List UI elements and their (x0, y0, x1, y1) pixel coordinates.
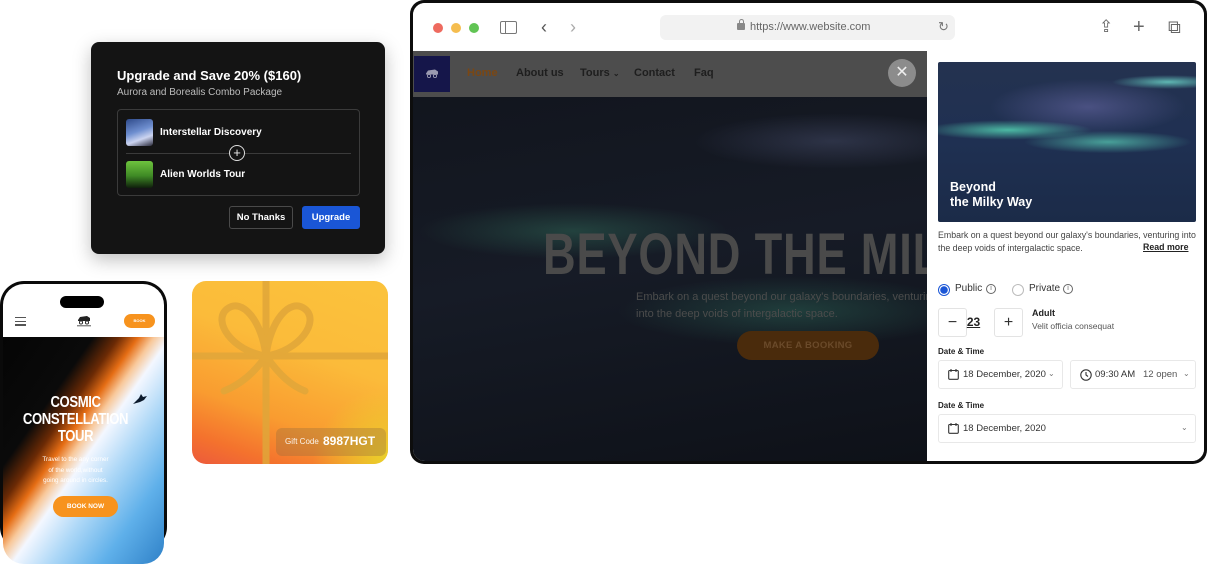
browser-window: ‹ › https://www.website.com ↻ ⇪ + ⧉ Home… (410, 0, 1207, 464)
upgrade-subtitle: Aurora and Borealis Combo Package (117, 87, 283, 98)
booking-panel: Beyond the Milky Way Embark on a quest b… (927, 51, 1204, 461)
tour-image: Beyond the Milky Way (938, 62, 1196, 222)
private-label: Private (1029, 283, 1061, 294)
nav-faq[interactable]: Faq (694, 67, 714, 79)
date-select[interactable]: 18 December, 2020 ⌄ (938, 414, 1196, 443)
browser-toolbar: ‹ › https://www.website.com ↻ ⇪ + ⧉ (413, 3, 1204, 51)
no-thanks-button[interactable]: No Thanks (229, 206, 293, 229)
time-select[interactable]: 09:30 AM 12 open ⌄ (1070, 360, 1196, 389)
nav-tours[interactable]: Tours ⌄ (580, 67, 620, 79)
guest-type: Adult (1032, 308, 1055, 318)
chevron-down-icon: ⌄ (1183, 369, 1190, 378)
tabs-overview-icon[interactable]: ⧉ (1168, 15, 1181, 39)
phone-screen: BOOK COSMIC CONSTELLATION TOUR Travel to… (3, 284, 164, 564)
close-window-button[interactable] (433, 23, 443, 33)
share-icon[interactable]: ⇪ (1099, 15, 1113, 39)
gift-card: Gift Code 8987HGT (192, 281, 388, 464)
logo-icon (426, 69, 438, 79)
address-bar[interactable]: https://www.website.com ↻ (660, 15, 955, 40)
book-now-button[interactable]: BOOK NOW (53, 496, 118, 517)
url-text: https://www.website.com (750, 21, 871, 33)
clock-icon (1080, 369, 1092, 381)
website-content: Home About us Tours ⌄ Contact Faq ✕ BEYO… (413, 51, 927, 461)
site-logo[interactable] (414, 56, 450, 92)
package-item-name: Alien Worlds Tour (160, 169, 246, 180)
gift-code-value: 8987HGT (323, 434, 376, 448)
date-select[interactable]: 18 December, 2020 ⌄ (938, 360, 1063, 389)
dynamic-island (60, 296, 104, 308)
site-logo-icon (77, 316, 91, 327)
phone-hero-title: COSMIC CONSTELLATION TOUR (22, 394, 129, 445)
guest-type-desc: Velit officia consequat (1032, 321, 1115, 331)
date-time-label: Date & Time (938, 401, 985, 410)
read-more-link[interactable]: Read more (1143, 242, 1188, 252)
nav-about-us[interactable]: About us (516, 67, 564, 79)
make-a-booking-button[interactable]: MAKE A BOOKING (737, 331, 879, 360)
new-tab-icon[interactable]: + (1133, 15, 1145, 39)
upgrade-offer-card: Upgrade and Save 20% ($160) Aurora and B… (91, 42, 385, 254)
nav-home[interactable]: Home (467, 67, 498, 79)
private-radio[interactable] (1012, 284, 1024, 296)
reload-icon[interactable]: ↻ (938, 19, 949, 35)
maximize-window-button[interactable] (469, 23, 479, 33)
hamburger-menu-icon[interactable] (15, 317, 26, 328)
calendar-icon (948, 423, 959, 434)
chevron-down-icon: ⌄ (612, 69, 620, 78)
calendar-icon (948, 369, 959, 380)
tour-image-caption: Beyond the Milky Way (950, 180, 1033, 209)
time-availability: 12 open (1143, 369, 1178, 380)
info-icon[interactable]: i (1063, 284, 1073, 294)
book-button[interactable]: BOOK (124, 314, 155, 328)
chevron-down-icon: ⌄ (1181, 423, 1188, 432)
site-navbar: Home About us Tours ⌄ Contact Faq ✕ (413, 51, 927, 97)
combo-package-box: Interstellar Discovery + Alien Worlds To… (117, 109, 360, 196)
nav-contact[interactable]: Contact (634, 67, 675, 79)
sidebar-toggle-icon[interactable] (500, 21, 517, 34)
gift-code-badge: Gift Code 8987HGT (276, 428, 386, 456)
date-time-label: Date & Time (938, 347, 985, 356)
guest-count[interactable]: 23 (965, 315, 982, 329)
phone-hero-subtitle: Travel to the any corner of the world,wi… (42, 456, 109, 484)
forward-icon[interactable]: › (570, 17, 576, 38)
lock-icon (737, 19, 745, 30)
close-panel-button[interactable]: ✕ (888, 59, 916, 87)
interstellar-thumbnail (126, 119, 153, 146)
upgrade-title: Upgrade and Save 20% ($160) (117, 68, 302, 83)
chevron-down-icon: ⌄ (1048, 369, 1055, 378)
decrement-button[interactable]: − (938, 308, 967, 337)
hero-title: BEYOND THE MILKY WAY (543, 222, 927, 287)
increment-button[interactable]: + (994, 308, 1023, 337)
gift-code-label: Gift Code (285, 437, 319, 446)
public-label: Public (955, 283, 983, 294)
upgrade-button[interactable]: Upgrade (302, 206, 360, 229)
public-radio[interactable] (938, 284, 950, 296)
phone-hero: COSMIC CONSTELLATION TOUR Travel to the … (3, 337, 164, 564)
back-icon[interactable]: ‹ (541, 17, 547, 38)
minimize-window-button[interactable] (451, 23, 461, 33)
alien-worlds-thumbnail (126, 161, 153, 188)
package-item-name: Interstellar Discovery (160, 127, 262, 138)
info-icon[interactable]: i (986, 284, 996, 294)
plus-icon: + (229, 145, 245, 161)
hero-subtitle: Embark on a quest beyond our galaxy's bo… (636, 291, 927, 320)
phone-mockup: BOOK COSMIC CONSTELLATION TOUR Travel to… (0, 281, 167, 564)
